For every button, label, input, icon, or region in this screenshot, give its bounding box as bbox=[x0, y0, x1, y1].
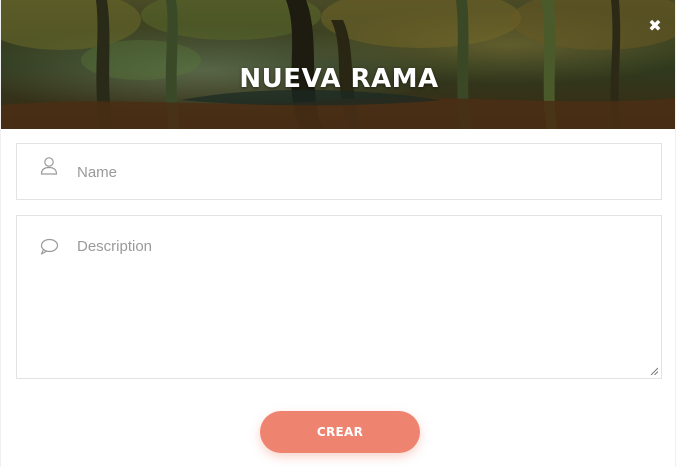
close-icon: ✖ bbox=[648, 16, 662, 35]
description-field[interactable] bbox=[16, 215, 662, 379]
name-field[interactable] bbox=[16, 143, 662, 200]
new-branch-modal: NUEVA RAMA ✖ CREAR bbox=[0, 0, 676, 467]
name-input[interactable] bbox=[77, 162, 647, 182]
close-button[interactable]: ✖ bbox=[645, 16, 665, 36]
modal-title: NUEVA RAMA bbox=[239, 64, 439, 94]
modal-header: NUEVA RAMA ✖ bbox=[1, 0, 675, 129]
user-icon bbox=[40, 157, 58, 175]
description-textarea[interactable] bbox=[77, 238, 647, 366]
speech-bubble-icon bbox=[40, 238, 59, 255]
create-button[interactable]: CREAR bbox=[260, 411, 420, 453]
resize-handle-icon[interactable] bbox=[650, 367, 658, 375]
